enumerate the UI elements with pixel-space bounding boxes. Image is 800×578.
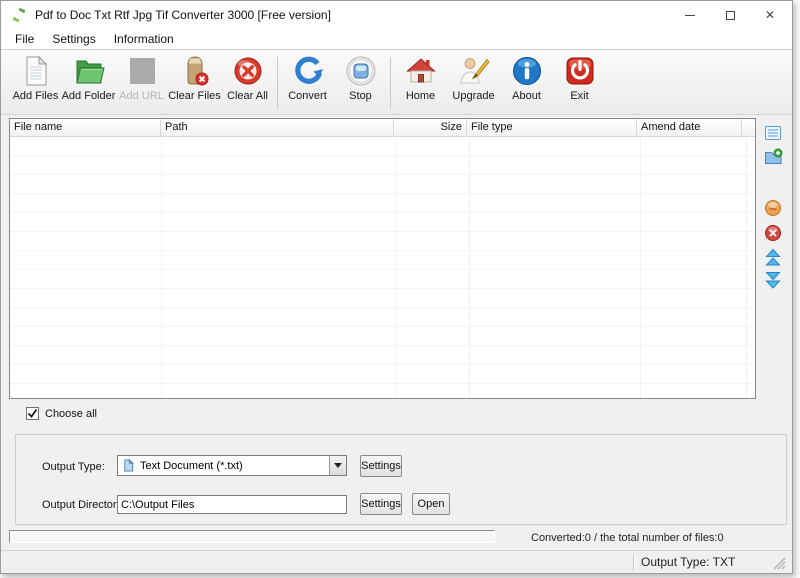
output-directory-label: Output Directory: (42, 499, 125, 511)
window-title: Pdf to Doc Txt Rtf Jpg Tif Converter 300… (35, 8, 331, 22)
column-header-file-name[interactable]: File name (10, 119, 161, 136)
column-grid-line (161, 137, 162, 398)
toolbar-separator (277, 57, 278, 109)
clear-files-button[interactable]: Clear Files (168, 55, 221, 102)
output-directory-input[interactable] (117, 495, 347, 514)
output-type-combobox[interactable]: Text Document (*.txt) (117, 455, 347, 476)
clear-files-small-icon[interactable] (763, 198, 783, 218)
output-directory-settings-button[interactable]: Settings (360, 493, 402, 515)
window-controls: ✕ (670, 1, 790, 29)
add-url-button: Add URL (115, 55, 168, 102)
menu-bar: File Settings Information (1, 29, 792, 49)
clear-all-small-icon[interactable] (763, 223, 783, 243)
column-header-file-type[interactable]: File type (467, 119, 637, 136)
clear-all-button[interactable]: Clear All (221, 55, 274, 102)
toolbar-separator (390, 57, 391, 109)
home-icon (405, 55, 437, 87)
upgrade-button[interactable]: Upgrade (447, 55, 500, 102)
choose-all-checkbox[interactable] (26, 407, 39, 420)
conversion-progressbar (9, 530, 495, 543)
minimize-button[interactable] (670, 1, 710, 29)
add-url-icon (126, 55, 158, 87)
statusbar-divider (633, 554, 634, 571)
move-up-icon[interactable] (763, 248, 783, 268)
add-folder-button[interactable]: Add Folder (62, 55, 115, 102)
column-header-spacer (742, 119, 755, 136)
status-bar: Output Type: TXT (1, 550, 792, 574)
menu-settings[interactable]: Settings (43, 30, 104, 48)
upgrade-icon (458, 55, 490, 87)
output-type-settings-button[interactable]: Settings (360, 455, 402, 477)
add-files-icon (20, 55, 52, 87)
about-button[interactable]: About (500, 55, 553, 102)
stop-icon (345, 55, 377, 87)
resize-grip[interactable] (772, 556, 786, 570)
add-files-button[interactable]: Add Files (9, 55, 62, 102)
clear-all-icon (232, 55, 264, 87)
home-button[interactable]: Home (394, 55, 447, 102)
side-toolbar (763, 116, 787, 296)
close-icon: ✕ (765, 9, 775, 21)
open-button[interactable]: Open (412, 493, 450, 515)
column-grid-line (395, 137, 396, 398)
app-window: Pdf to Doc Txt Rtf Jpg Tif Converter 300… (0, 0, 793, 574)
column-header-amend-date[interactable]: Amend date (637, 119, 742, 136)
column-header-size[interactable]: Size (394, 119, 467, 136)
column-grid-line (746, 137, 747, 398)
output-groupbox: Output Type: Text Document (*.txt) Setti… (15, 434, 787, 525)
maximize-icon (726, 11, 735, 20)
conversion-summary: Converted:0 / the total number of files:… (531, 532, 724, 544)
combo-dropdown-button[interactable] (329, 456, 346, 475)
recycle-arrows-icon (11, 7, 27, 23)
menu-information[interactable]: Information (105, 30, 183, 48)
add-folder-icon (73, 55, 105, 87)
title-bar: Pdf to Doc Txt Rtf Jpg Tif Converter 300… (1, 1, 792, 29)
menu-file[interactable]: File (6, 30, 43, 48)
convert-icon (292, 55, 324, 87)
column-grid-line (640, 137, 641, 398)
close-button[interactable]: ✕ (750, 1, 790, 29)
exit-icon (564, 55, 596, 87)
minimize-icon (685, 15, 695, 16)
toolbar: Add Files Add Folder Add URL (1, 49, 792, 115)
maximize-button[interactable] (710, 1, 750, 29)
check-icon (27, 408, 38, 419)
add-files-small-icon[interactable] (763, 123, 783, 143)
exit-button[interactable]: Exit (553, 55, 606, 102)
file-list-header: File name Path Size File type Amend date (10, 119, 755, 137)
add-folder-small-icon[interactable] (763, 147, 783, 167)
output-type-label: Output Type: (42, 461, 105, 473)
file-list-body[interactable] (10, 137, 755, 398)
stop-button[interactable]: Stop (334, 55, 387, 102)
choose-all-row: Choose all (26, 407, 97, 420)
column-grid-line (469, 137, 470, 398)
output-type-value: Text Document (*.txt) (140, 460, 243, 472)
choose-all-label: Choose all (45, 408, 97, 420)
about-icon (511, 55, 543, 87)
move-down-icon[interactable] (763, 271, 783, 291)
text-document-icon (122, 459, 135, 473)
file-list: File name Path Size File type Amend date (9, 118, 756, 399)
dropdown-arrow-icon (334, 463, 342, 468)
column-header-path[interactable]: Path (161, 119, 394, 136)
clear-files-icon (179, 55, 211, 87)
statusbar-output-type: Output Type: TXT (641, 555, 735, 569)
convert-button[interactable]: Convert (281, 55, 334, 102)
